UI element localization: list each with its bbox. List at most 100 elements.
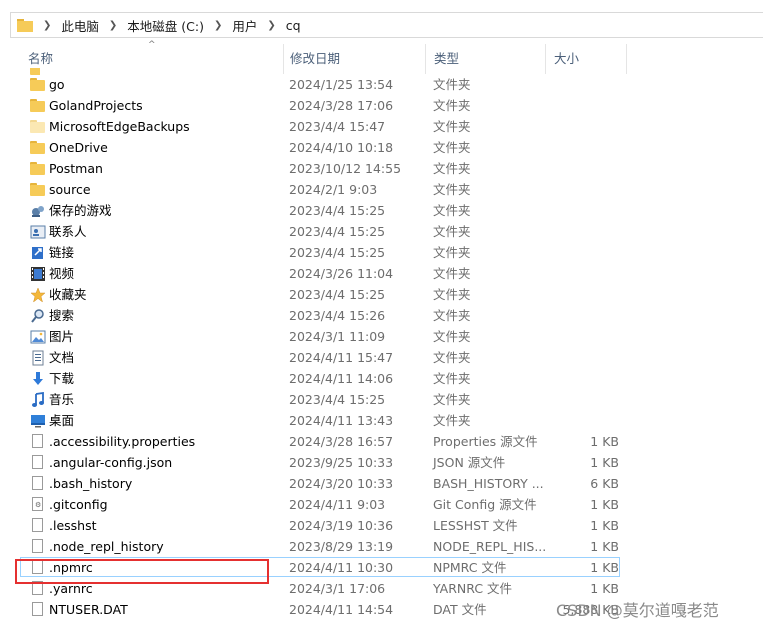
column-size[interactable]: 大小 xyxy=(546,44,627,74)
file-name: .gitconfig xyxy=(49,497,108,512)
music-icon xyxy=(30,391,46,408)
file-type: YARNRC 文件 xyxy=(433,581,513,596)
desktop-icon xyxy=(30,413,46,429)
file-name: 视频 xyxy=(49,266,75,281)
searches-icon xyxy=(30,308,46,324)
file-date: 2024/3/1 17:06 xyxy=(289,581,386,596)
file-row[interactable]: 桌面 2024/4/11 13:43 文件夹 xyxy=(20,410,763,431)
file-type: 文件夹 xyxy=(433,245,471,260)
breadcrumb-users[interactable]: 用户 xyxy=(232,16,257,35)
gear-file-icon: ⚙ xyxy=(32,497,43,511)
file-icon xyxy=(32,434,43,448)
file-type: NODE_REPL_HIS... xyxy=(433,539,547,554)
file-type: 文件夹 xyxy=(433,161,471,176)
file-date: 2024/3/20 10:33 xyxy=(289,476,394,491)
file-date: 2023/4/4 15:26 xyxy=(289,308,386,323)
file-row[interactable]: 图片 2024/3/1 11:09 文件夹 xyxy=(20,326,763,347)
file-row[interactable]: .node_repl_history 2023/8/29 13:19 NODE_RE… xyxy=(20,536,763,557)
column-date[interactable]: 修改日期 xyxy=(282,44,426,74)
file-date: 2024/3/19 10:36 xyxy=(289,518,394,533)
file-size: 1 KB xyxy=(590,497,619,512)
file-type: BASH_HISTORY ... xyxy=(433,476,544,491)
file-row[interactable]: 下载 2024/4/11 14:06 文件夹 xyxy=(20,368,763,389)
file-type: NPMRC 文件 xyxy=(433,560,507,575)
file-row[interactable]: .angular-config.json 2023/9/25 10:33 JSON … xyxy=(20,452,763,473)
highlight-annotation xyxy=(15,559,269,584)
saved-games-icon xyxy=(30,203,46,219)
videos-icon xyxy=(30,266,46,282)
file-date: 2024/3/28 16:57 xyxy=(289,434,394,449)
file-row[interactable]: 保存的游戏 2023/4/4 15:25 文件夹 xyxy=(20,200,763,221)
file-date: 2023/4/4 15:25 xyxy=(289,203,386,218)
folder-icon xyxy=(30,78,45,91)
file-name: OneDrive xyxy=(49,140,108,155)
file-row[interactable]: .bash_history 2024/3/20 10:33 BASH_HISTORY… xyxy=(20,473,763,494)
file-name: 下载 xyxy=(49,371,75,386)
address-bar[interactable]: ❯ 此电脑 ❯ 本地磁盘 (C:) ❯ 用户 ❯ cq xyxy=(10,12,763,38)
file-name: .lesshst xyxy=(49,518,97,533)
file-row[interactable]: GolandProjects 2024/3/28 17:06 文件夹 xyxy=(20,95,763,116)
file-row[interactable]: MicrosoftEdgeBackups 2023/4/4 15:47 文件夹 xyxy=(20,116,763,137)
watermark: CSDN @莫尔道嘎老范 xyxy=(556,601,719,620)
file-type: JSON 源文件 xyxy=(433,455,506,470)
file-row[interactable]: go 2024/1/25 13:54 文件夹 xyxy=(20,74,763,95)
file-date: 2023/4/4 15:25 xyxy=(289,392,386,407)
file-row[interactable]: ⚙ .gitconfig 2024/4/11 9:03 Git Config 源文件 1… xyxy=(20,494,763,515)
file-type: 文件夹 xyxy=(433,77,471,92)
file-type: 文件夹 xyxy=(433,182,471,197)
column-header: 名称 ^ 修改日期 类型 大小 xyxy=(20,40,763,74)
file-type: 文件夹 xyxy=(433,350,471,365)
breadcrumb-cq[interactable]: cq xyxy=(286,18,301,33)
file-date: 2024/4/10 10:18 xyxy=(289,140,394,155)
favorites-icon xyxy=(30,287,46,303)
file-date: 2024/1/25 13:54 xyxy=(289,77,394,92)
file-size: 1 KB xyxy=(590,560,619,575)
gear-mark: ⚙ xyxy=(35,501,42,509)
folder-icon xyxy=(30,162,45,175)
file-type: 文件夹 xyxy=(433,329,471,344)
file-type: 文件夹 xyxy=(433,308,471,323)
pictures-icon xyxy=(30,329,46,345)
file-row[interactable]: 音乐 2023/4/4 15:25 文件夹 xyxy=(20,389,763,410)
contacts-icon xyxy=(30,224,46,240)
file-name: Postman xyxy=(49,161,103,176)
file-date: 2024/3/26 11:04 xyxy=(289,266,394,281)
chevron-right-icon[interactable]: ❯ xyxy=(109,20,117,31)
file-name: 链接 xyxy=(49,245,75,260)
chevron-right-icon[interactable]: ❯ xyxy=(267,20,275,31)
folder-icon xyxy=(17,19,33,32)
file-row[interactable]: 联系人 2023/4/4 15:25 文件夹 xyxy=(20,221,763,242)
column-name-label: 名称 xyxy=(28,51,54,66)
file-name: 收藏夹 xyxy=(49,287,87,302)
file-type: DAT 文件 xyxy=(433,602,487,617)
file-row[interactable]: 链接 2023/4/4 15:25 文件夹 xyxy=(20,242,763,263)
file-size: 1 KB xyxy=(590,455,619,470)
file-date: 2023/4/4 15:47 xyxy=(289,119,386,134)
file-row[interactable]: OneDrive 2024/4/10 10:18 文件夹 xyxy=(20,137,763,158)
chevron-right-icon[interactable]: ❯ xyxy=(214,20,222,31)
file-row[interactable]: .accessibility.properties 2024/3/28 16:57… xyxy=(20,431,763,452)
file-type: 文件夹 xyxy=(433,140,471,155)
file-row[interactable]: source 2024/2/1 9:03 文件夹 xyxy=(20,179,763,200)
breadcrumb-local-disk[interactable]: 本地磁盘 (C:) xyxy=(127,16,204,35)
file-row[interactable]: 收藏夹 2023/4/4 15:25 文件夹 xyxy=(20,284,763,305)
file-type: 文件夹 xyxy=(433,98,471,113)
breadcrumb-this-pc[interactable]: 此电脑 xyxy=(61,16,99,35)
file-row[interactable]: .lesshst 2024/3/19 10:36 LESSHST 文件 1 KB xyxy=(20,515,763,536)
file-row[interactable]: 搜索 2023/4/4 15:26 文件夹 xyxy=(20,305,763,326)
chevron-right-icon[interactable]: ❯ xyxy=(43,20,51,31)
file-row[interactable]: 视频 2024/3/26 11:04 文件夹 xyxy=(20,263,763,284)
downloads-icon xyxy=(30,371,46,387)
file-date: 2024/4/11 15:47 xyxy=(289,350,394,365)
file-type: 文件夹 xyxy=(433,413,471,428)
file-size: 6 KB xyxy=(590,476,619,491)
file-date: 2023/4/4 15:25 xyxy=(289,224,386,239)
file-row[interactable]: 文档 2024/4/11 15:47 文件夹 xyxy=(20,347,763,368)
file-name: .node_repl_history xyxy=(49,539,164,554)
file-icon xyxy=(32,476,43,490)
column-type[interactable]: 类型 xyxy=(426,44,546,74)
file-date: 2023/4/4 15:25 xyxy=(289,287,386,302)
file-name: 搜索 xyxy=(49,308,75,323)
file-date: 2023/9/25 10:33 xyxy=(289,455,394,470)
file-row[interactable]: Postman 2023/10/12 14:55 文件夹 xyxy=(20,158,763,179)
